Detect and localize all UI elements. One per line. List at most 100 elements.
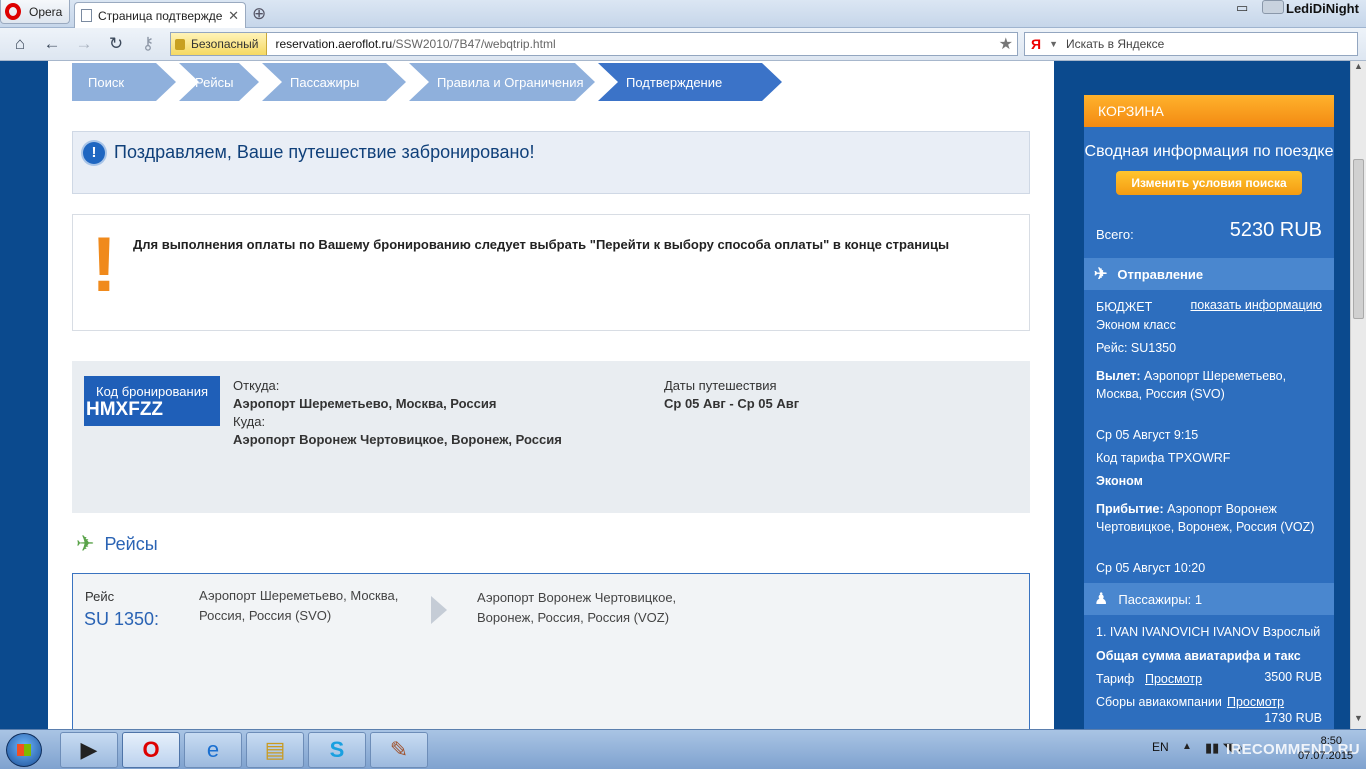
step-flights[interactable]: Рейсы bbox=[179, 63, 259, 101]
scroll-thumb[interactable] bbox=[1353, 159, 1364, 319]
tab-title: Страница подтвержде... bbox=[98, 8, 223, 23]
url-field[interactable]: Безопасный reservation.aeroflot.ru/SSW20… bbox=[170, 32, 1018, 56]
cart-sidebar: КОРЗИНА Сводная информация по поездке Из… bbox=[1084, 95, 1334, 729]
internet-explorer-icon[interactable]: e bbox=[184, 732, 242, 768]
flight-destination: Аэропорт Воронеж Чертовицкое, Воронеж, Р… bbox=[477, 590, 677, 625]
info-icon: ! bbox=[83, 142, 105, 164]
explorer-folder-icon[interactable]: ▤ bbox=[246, 732, 304, 768]
fees-value: 1730 RUB bbox=[1264, 711, 1322, 725]
cart-subtitle: Сводная информация по поездке bbox=[1084, 143, 1334, 160]
window-control[interactable] bbox=[1262, 0, 1284, 14]
url-host: reservation.aeroflot.ru bbox=[275, 37, 393, 51]
notice-text: Для выполнения оплаты по Вашему брониров… bbox=[133, 237, 950, 252]
page-content: Поиск Рейсы Пассажиры Правила и Ограниче… bbox=[48, 61, 1054, 729]
security-badge[interactable]: Безопасный bbox=[171, 33, 268, 55]
browser-tab-bar: Opera Страница подтвержде... ✕ ⊕ ▭ LediD… bbox=[0, 0, 1366, 28]
opera-menu-label: Opera bbox=[29, 4, 63, 19]
flights-title: Рейсы bbox=[104, 533, 158, 554]
windows-taskbar: ▶ O e ▤ S ✎ EN ▲ ▮▮ ◥ ♪ IRECOMMEND.RU 8:… bbox=[0, 729, 1366, 769]
fare-family: БЮДЖЕТ bbox=[1096, 300, 1153, 314]
departure-time: Ср 05 Август 9:15 bbox=[1096, 428, 1199, 442]
passengers-header: ♟ Пассажиры: 1 bbox=[1084, 583, 1334, 615]
start-button[interactable] bbox=[6, 733, 42, 767]
minimize-icon[interactable]: ▭ bbox=[1236, 0, 1248, 18]
passengers-header-label: Пассажиры: 1 bbox=[1118, 591, 1203, 607]
scroll-up-icon[interactable]: ▲ bbox=[1351, 61, 1366, 77]
fare-class: Эконом bbox=[1096, 474, 1143, 488]
fare-code: Код тарифа TPXOWRF bbox=[1096, 451, 1231, 465]
tariff-view-link[interactable]: Просмотр bbox=[1145, 670, 1202, 688]
tariff-label: Тариф bbox=[1096, 672, 1135, 686]
passenger-icon: ♟ bbox=[1094, 591, 1109, 608]
user-name: LediDiNight bbox=[1286, 1, 1359, 16]
cart-flight: Рейс: SU1350 bbox=[1096, 341, 1177, 355]
dates-value: Ср 05 Авг - Ср 05 Авг bbox=[664, 396, 800, 411]
step-passengers[interactable]: Пассажиры bbox=[262, 63, 406, 101]
close-tab-icon[interactable]: ✕ bbox=[228, 8, 239, 24]
exclamation-icon: ! bbox=[91, 220, 117, 308]
passenger-name: 1. IVAN IVANOVICH IVANOV Взрослый bbox=[1096, 625, 1321, 639]
yandex-icon: Я bbox=[1031, 36, 1042, 52]
to-label: Куда: bbox=[233, 414, 266, 429]
back-icon[interactable]: ← bbox=[41, 34, 63, 54]
opera-menu-button[interactable]: Opera bbox=[0, 0, 70, 24]
tariff-value: 3500 RUB bbox=[1264, 670, 1322, 684]
lock-icon bbox=[175, 38, 185, 50]
address-bar: ⌂ ← → ↻ ⚷ Безопасный reservation.aeroflo… bbox=[0, 28, 1366, 61]
url-text: reservation.aeroflot.ru/SSW2010/7B47/web… bbox=[267, 37, 555, 51]
system-clock[interactable]: 8:50 07.07.2015 bbox=[1298, 734, 1354, 764]
from-label: Откуда: bbox=[233, 378, 280, 393]
step-confirmation: Подтверждение bbox=[598, 63, 782, 101]
total-value: 5230 RUB bbox=[1229, 219, 1322, 241]
booking-summary: Код бронирования HMXFZZ Откуда: Аэропорт… bbox=[72, 361, 1030, 513]
new-tab-icon[interactable]: ⊕ bbox=[252, 4, 266, 24]
tray-chevron-icon[interactable]: ▲ bbox=[1182, 741, 1192, 752]
success-message: ! Поздравляем, Ваше путешествие забронир… bbox=[72, 131, 1030, 194]
reload-icon[interactable]: ↻ bbox=[105, 34, 127, 54]
search-input[interactable]: Я ▼ Искать в Яндексе bbox=[1024, 32, 1358, 56]
chevron-down-icon[interactable]: ▼ bbox=[1049, 39, 1058, 49]
booking-steps: Поиск Рейсы Пассажиры Правила и Ограниче… bbox=[72, 63, 785, 101]
clock-date: 07.07.2015 bbox=[1298, 750, 1354, 762]
media-player-icon[interactable]: ▶ bbox=[60, 732, 118, 768]
scroll-down-icon[interactable]: ▼ bbox=[1351, 713, 1366, 729]
forward-icon[interactable]: → bbox=[73, 34, 95, 54]
success-text: Поздравляем, Ваше путешествие заброниров… bbox=[114, 142, 535, 162]
fees-view-link[interactable]: Просмотр bbox=[1227, 693, 1284, 711]
page-scrollbar[interactable]: ▲ ▼ bbox=[1350, 61, 1366, 729]
step-rules[interactable]: Правила и Ограничения bbox=[409, 63, 595, 101]
airplane-icon: ✈ bbox=[76, 531, 95, 556]
step-search[interactable]: Поиск bbox=[72, 63, 176, 101]
sum-title: Общая сумма авиатарифа и такс bbox=[1096, 649, 1301, 663]
arrival-label: Прибытие: bbox=[1096, 502, 1164, 516]
flight-origin: Аэропорт Шереметьево, Москва, Россия, Ро… bbox=[199, 588, 399, 623]
flight-number: SU 1350: bbox=[84, 609, 160, 629]
arrival-time: Ср 05 Август 10:20 bbox=[1096, 561, 1206, 575]
change-search-button[interactable]: Изменить условия поиска bbox=[1116, 171, 1302, 195]
key-icon[interactable]: ⚷ bbox=[137, 34, 159, 54]
search-placeholder: Искать в Яндексе bbox=[1065, 37, 1165, 51]
from-value: Аэропорт Шереметьево, Москва, Россия bbox=[233, 396, 497, 411]
total-label: Всего: bbox=[1096, 227, 1134, 242]
cart-title: КОРЗИНА bbox=[1084, 95, 1334, 127]
departure-info: Вылет: Аэропорт Шереметьево, Москва, Рос… bbox=[1096, 367, 1322, 403]
bookmark-star-icon[interactable]: ★ bbox=[999, 34, 1013, 54]
opera-taskbar-icon[interactable]: O bbox=[122, 732, 180, 768]
show-info-link[interactable]: показать информацию bbox=[1190, 298, 1322, 312]
dates-label: Даты путешествия bbox=[664, 378, 777, 393]
airplane-icon: ✈ bbox=[1094, 266, 1108, 283]
home-icon[interactable]: ⌂ bbox=[9, 34, 31, 54]
windows-logo-icon bbox=[17, 744, 31, 756]
language-indicator[interactable]: EN bbox=[1152, 740, 1169, 754]
secure-label: Безопасный bbox=[191, 37, 259, 51]
fees-label: Сборы авиакомпании bbox=[1096, 695, 1222, 709]
booking-code: HMXFZZ bbox=[86, 399, 164, 420]
arrival-info: Прибытие: Аэропорт Воронеж Чертовицкое, … bbox=[1096, 500, 1326, 536]
departure-header-label: Отправление bbox=[1117, 266, 1204, 282]
flights-header: ✈ Рейсы bbox=[76, 531, 158, 557]
clock-time: 8:50 bbox=[1320, 735, 1342, 747]
browser-tab[interactable]: Страница подтвержде... ✕ bbox=[74, 2, 246, 28]
url-path: /SSW2010/7B47/webqtrip.html bbox=[392, 37, 556, 51]
paint-icon[interactable]: ✎ bbox=[370, 732, 428, 768]
skype-icon[interactable]: S bbox=[308, 732, 366, 768]
